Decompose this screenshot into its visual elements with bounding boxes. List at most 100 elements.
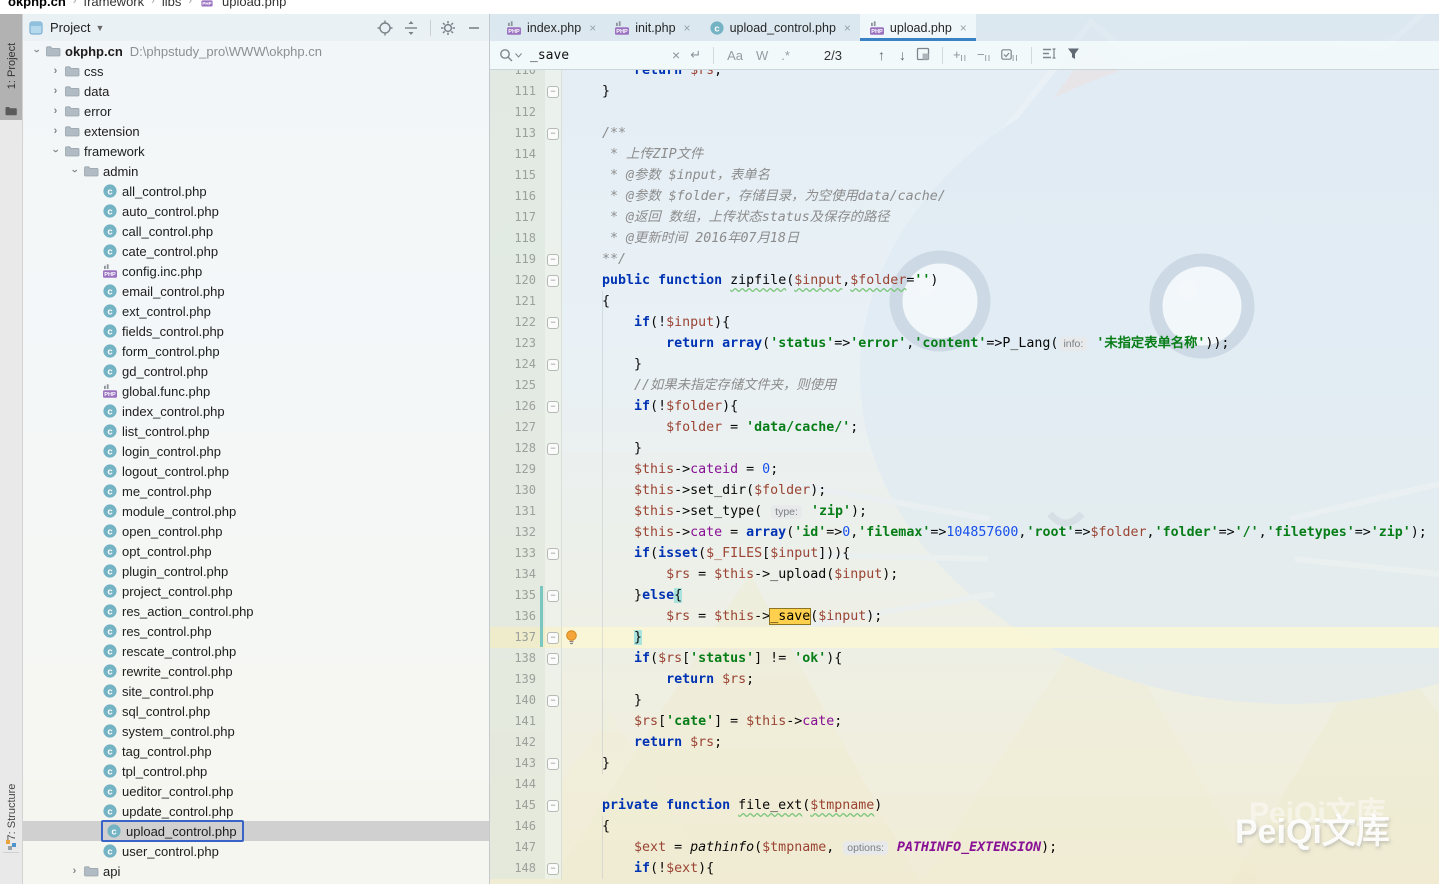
tree-file-open_control.php[interactable]: copen_control.php — [23, 521, 489, 541]
code-line-136[interactable]: 136 $rs = $this->_save($input); — [490, 606, 1439, 627]
code-line-123[interactable]: 123 return array('status'=>'error','cont… — [490, 333, 1439, 354]
fold-marker-icon[interactable]: − — [547, 275, 559, 287]
code-line-137[interactable]: 137− } — [490, 627, 1439, 648]
chevron-icon[interactable]: › — [50, 144, 62, 159]
editor-tab-index.php[interactable]: PHPindex.php× — [497, 14, 605, 41]
code-text[interactable]: * @更新时间 2016年07月18日 — [562, 228, 1439, 249]
tree-file-upload_control.php[interactable]: cupload_control.php — [23, 821, 489, 841]
remove-occurrence-icon[interactable]: −II — [977, 47, 991, 63]
tree-file-res_action_control.php[interactable]: cres_action_control.php — [23, 601, 489, 621]
next-match-icon[interactable]: ↓ — [899, 47, 906, 63]
code-line-133[interactable]: 133− if(isset($_FILES[$input])){ — [490, 543, 1439, 564]
tree-folder-admin[interactable]: ›admin — [23, 161, 489, 181]
close-tab-icon[interactable]: × — [589, 21, 596, 35]
tree-file-update_control.php[interactable]: cupdate_control.php — [23, 801, 489, 821]
code-text[interactable] — [562, 774, 1439, 795]
fold-marker-icon[interactable]: − — [547, 695, 559, 707]
breadcrumb-segment[interactable]: upload.php — [222, 0, 286, 9]
filter-lines-icon[interactable] — [1042, 47, 1057, 63]
clear-search-icon[interactable]: × — [672, 47, 680, 63]
breadcrumb[interactable]: okphp.cn›framework›libs›PHPupload.php — [0, 0, 1439, 14]
fold-marker-icon[interactable]: − — [547, 548, 559, 560]
tree-folder-api[interactable]: ›api — [23, 861, 489, 881]
code-text[interactable]: return array('status'=>'error','content'… — [562, 333, 1439, 354]
tree-file-fields_control.php[interactable]: cfields_control.php — [23, 321, 489, 341]
tree-file-auto_control.php[interactable]: cauto_control.php — [23, 201, 489, 221]
tree-file-form_control.php[interactable]: cform_control.php — [23, 341, 489, 361]
code-line-111[interactable]: 111− } — [490, 81, 1439, 102]
chevron-down-icon[interactable]: ▼ — [95, 23, 104, 33]
settings-gear-icon[interactable] — [439, 19, 457, 37]
code-line-132[interactable]: 132 $this->cate = array('id'=>0,'filemax… — [490, 522, 1439, 543]
code-line-135[interactable]: 135− }else{ — [490, 585, 1439, 606]
code-line-112[interactable]: 112 — [490, 102, 1439, 123]
tree-file-site_control.php[interactable]: csite_control.php — [23, 681, 489, 701]
tree-file-call_control.php[interactable]: ccall_control.php — [23, 221, 489, 241]
code-line-147[interactable]: 147 $ext = pathinfo($tmpname, options: P… — [490, 837, 1439, 858]
code-line-117[interactable]: 117 * @返回 数组，上传状态status及保存的路径 — [490, 207, 1439, 228]
tree-file-sql_control.php[interactable]: csql_control.php — [23, 701, 489, 721]
tree-file-login_control.php[interactable]: clogin_control.php — [23, 441, 489, 461]
code-text[interactable]: { — [562, 291, 1439, 312]
tree-folder-error[interactable]: ›error — [23, 101, 489, 121]
chevron-icon[interactable]: › — [69, 164, 81, 179]
code-text[interactable]: if($rs['status'] != 'ok'){ — [562, 648, 1439, 669]
code-text[interactable]: /** — [562, 123, 1439, 144]
fold-marker-icon[interactable]: − — [547, 86, 559, 98]
project-panel-title[interactable]: Project — [50, 20, 90, 35]
tree-file-ueditor_control.php[interactable]: cueditor_control.php — [23, 781, 489, 801]
fold-marker-icon[interactable]: − — [547, 800, 559, 812]
code-line-131[interactable]: 131 $this->set_type( type: 'zip'); — [490, 501, 1439, 522]
code-line-146[interactable]: 146 { — [490, 816, 1439, 837]
code-text[interactable]: } — [562, 753, 1439, 774]
tree-file-config.inc.php[interactable]: PHPconfig.inc.php — [23, 261, 489, 281]
fold-marker-icon[interactable]: − — [547, 128, 559, 140]
editor-tab-init.php[interactable]: PHPinit.php× — [605, 14, 699, 41]
code-text[interactable]: { — [562, 816, 1439, 837]
code-text[interactable]: $folder = 'data/cache/'; — [562, 417, 1439, 438]
tree-folder-framework[interactable]: ›framework — [23, 141, 489, 161]
tree-file-ext_control.php[interactable]: cext_control.php — [23, 301, 489, 321]
code-line-114[interactable]: 114 * 上传ZIP文件 — [490, 144, 1439, 165]
code-line-126[interactable]: 126− if(!$folder){ — [490, 396, 1439, 417]
code-line-119[interactable]: 119− **/ — [490, 249, 1439, 270]
chevron-icon[interactable]: › — [31, 44, 43, 59]
code-editor[interactable]: 110 return $rs;111− }112113− /**114 * 上传… — [490, 69, 1439, 884]
code-line-110[interactable]: 110 return $rs; — [490, 69, 1439, 81]
breadcrumb-segment[interactable]: libs — [162, 0, 182, 9]
fold-marker-icon[interactable]: − — [547, 653, 559, 665]
code-line-113[interactable]: 113− /** — [490, 123, 1439, 144]
code-text[interactable]: * @返回 数组，上传状态status及保存的路径 — [562, 207, 1439, 228]
tree-folder-okphp.cn[interactable]: ›okphp.cnD:\phpstudy_pro\WWW\okphp.cn — [23, 41, 489, 61]
match-case-toggle[interactable]: Aa — [727, 48, 743, 63]
tree-file-system_control.php[interactable]: csystem_control.php — [23, 721, 489, 741]
tree-file-cate_control.php[interactable]: ccate_control.php — [23, 241, 489, 261]
breadcrumb-segment[interactable]: framework — [83, 0, 144, 9]
tree-file-tag_control.php[interactable]: ctag_control.php — [23, 741, 489, 761]
code-line-118[interactable]: 118 * @更新时间 2016年07月18日 — [490, 228, 1439, 249]
code-line-134[interactable]: 134 $rs = $this->_upload($input); — [490, 564, 1439, 585]
tree-file-email_control.php[interactable]: cemail_control.php — [23, 281, 489, 301]
close-tab-icon[interactable]: × — [960, 21, 967, 35]
editor-tab-upload_control.php[interactable]: cupload_control.php× — [700, 14, 860, 41]
code-line-143[interactable]: 143− } — [490, 753, 1439, 774]
code-line-130[interactable]: 130 $this->set_dir($folder); — [490, 480, 1439, 501]
code-line-116[interactable]: 116 * @参数 $folder，存储目录，为空使用data/cache/ — [490, 186, 1439, 207]
code-text[interactable]: } — [562, 81, 1439, 102]
hide-panel-icon[interactable] — [465, 19, 483, 37]
code-text[interactable]: if(!$folder){ — [562, 396, 1439, 417]
code-text[interactable]: } — [562, 627, 1439, 648]
code-text[interactable]: } — [562, 354, 1439, 375]
chevron-icon[interactable]: › — [48, 85, 63, 97]
tree-file-me_control.php[interactable]: cme_control.php — [23, 481, 489, 501]
tree-file-opt_control.php[interactable]: copt_control.php — [23, 541, 489, 561]
code-line-129[interactable]: 129 $this->cateid = 0; — [490, 459, 1439, 480]
find-window-icon[interactable] — [916, 47, 930, 64]
tree-file-index_control.php[interactable]: cindex_control.php — [23, 401, 489, 421]
code-line-139[interactable]: 139 return $rs; — [490, 669, 1439, 690]
filter-icon[interactable] — [1067, 47, 1080, 63]
code-line-144[interactable]: 144 — [490, 774, 1439, 795]
code-text[interactable]: $this->set_type( type: 'zip'); — [562, 501, 1439, 522]
tree-folder-css[interactable]: ›css — [23, 61, 489, 81]
code-line-121[interactable]: 121 { — [490, 291, 1439, 312]
